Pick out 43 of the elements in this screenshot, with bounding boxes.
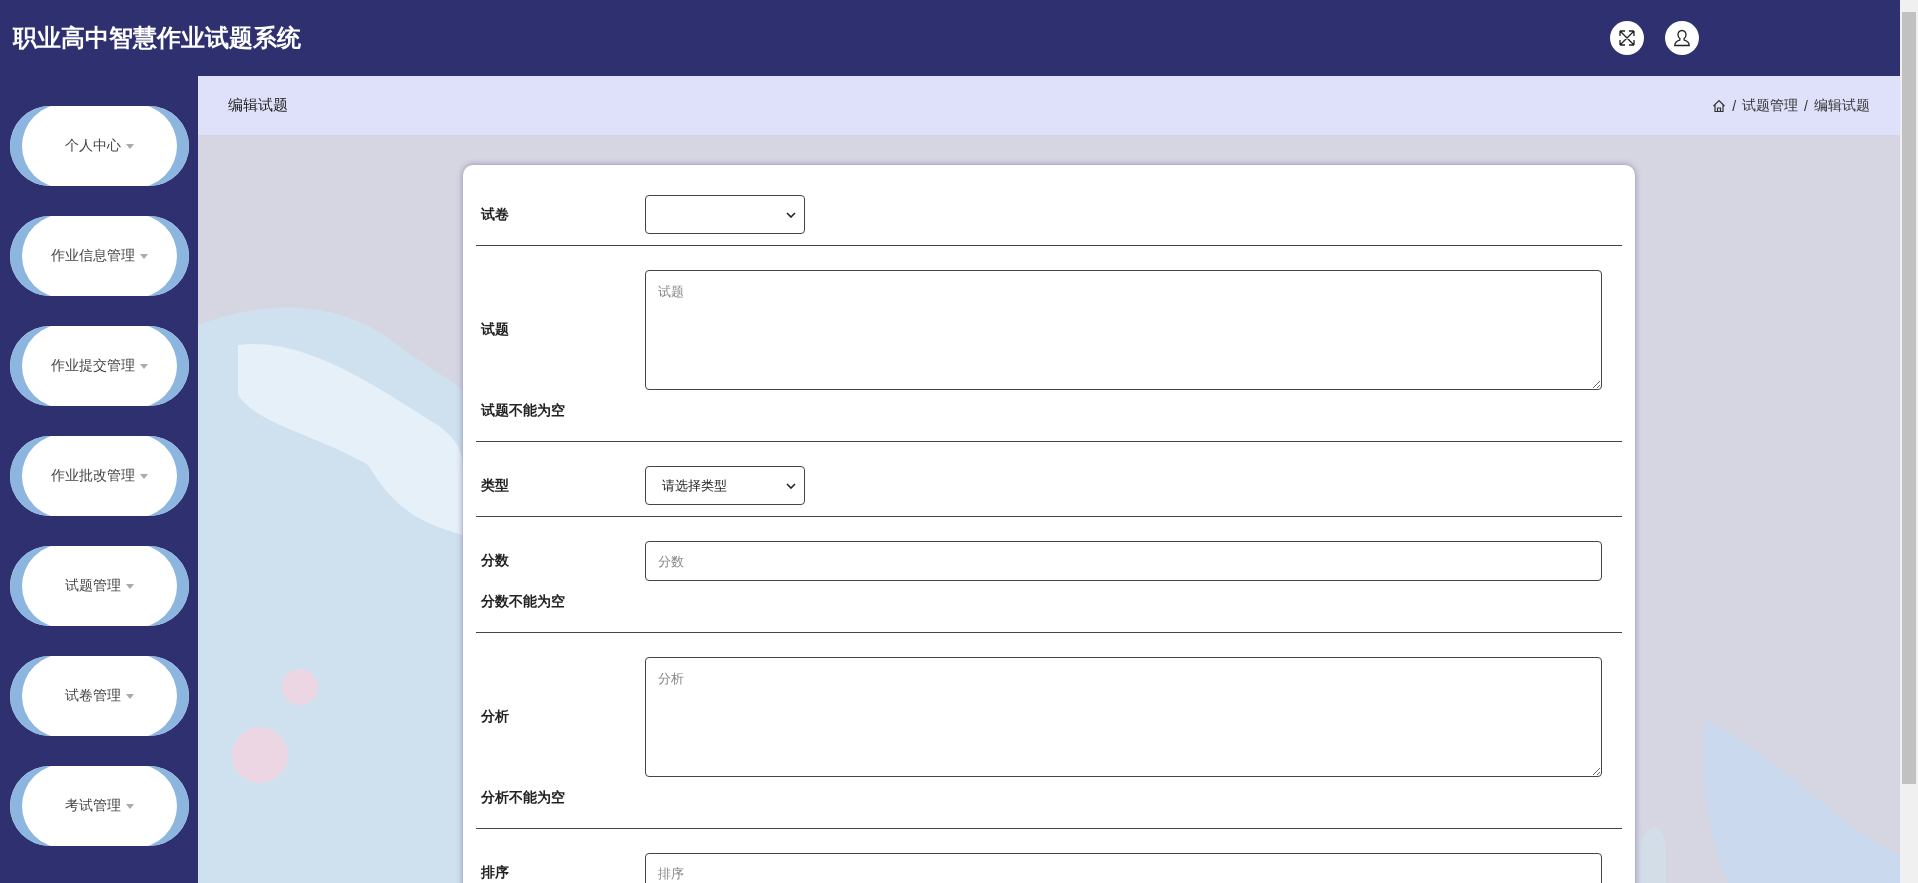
text-input[interactable]: 分数: [645, 541, 1602, 581]
breadcrumb-current: 编辑试题: [1814, 96, 1870, 115]
caret-icon: [139, 363, 148, 369]
user-icon: [1672, 28, 1692, 48]
chevron-down-icon: [786, 482, 796, 489]
home-icon[interactable]: [1712, 98, 1727, 113]
menu-item[interactable]: 作业提交管理: [9, 326, 189, 406]
caret-icon: [125, 143, 134, 149]
app-title: 职业高中智慧作业试题系统: [13, 23, 301, 53]
field-label: 类型: [480, 476, 510, 495]
breadcrumb-link[interactable]: 试题管理: [1742, 96, 1799, 115]
caret-icon: [125, 693, 134, 699]
dropdown-select[interactable]: 请选择类型: [645, 466, 805, 505]
menu-item[interactable]: 考试管理: [9, 766, 189, 846]
field-label: 分析: [480, 708, 510, 726]
field-label: 试题: [480, 321, 510, 339]
expand-arrows-icon: [1617, 28, 1637, 48]
dropdown-select[interactable]: [645, 195, 805, 234]
menu-item[interactable]: 试卷管理: [9, 656, 189, 736]
fullscreen-button[interactable]: [1610, 21, 1644, 55]
scrollbar[interactable]: [1900, 0, 1918, 883]
menu-item[interactable]: 作业批改管理: [9, 436, 189, 516]
caret-icon: [139, 253, 148, 259]
text-area[interactable]: 分析: [645, 657, 1602, 777]
breadcrumb-separator: /: [1804, 97, 1808, 114]
text-area[interactable]: 试题: [645, 270, 1602, 390]
breadcrumb-separator: /: [1732, 97, 1737, 114]
chevron-down-icon: [786, 211, 796, 218]
validation-message: 试题不能为空: [480, 402, 565, 420]
validation-message: 分数不能为空: [480, 593, 565, 611]
menu-item[interactable]: 试题管理: [9, 546, 189, 626]
caret-icon: [125, 803, 134, 809]
user-button[interactable]: [1665, 21, 1699, 55]
page-title: 编辑试题: [228, 96, 288, 115]
text-input[interactable]: 排序: [645, 853, 1602, 883]
field-label: 排序: [480, 864, 510, 882]
menu-item[interactable]: 个人中心: [9, 106, 189, 186]
caret-icon: [125, 583, 134, 589]
field-label: 分数: [480, 552, 510, 570]
caret-icon: [139, 473, 148, 479]
menu-item[interactable]: 作业信息管理: [9, 216, 189, 296]
validation-message: 分析不能为空: [480, 789, 565, 807]
field-label: 试卷: [480, 205, 510, 224]
